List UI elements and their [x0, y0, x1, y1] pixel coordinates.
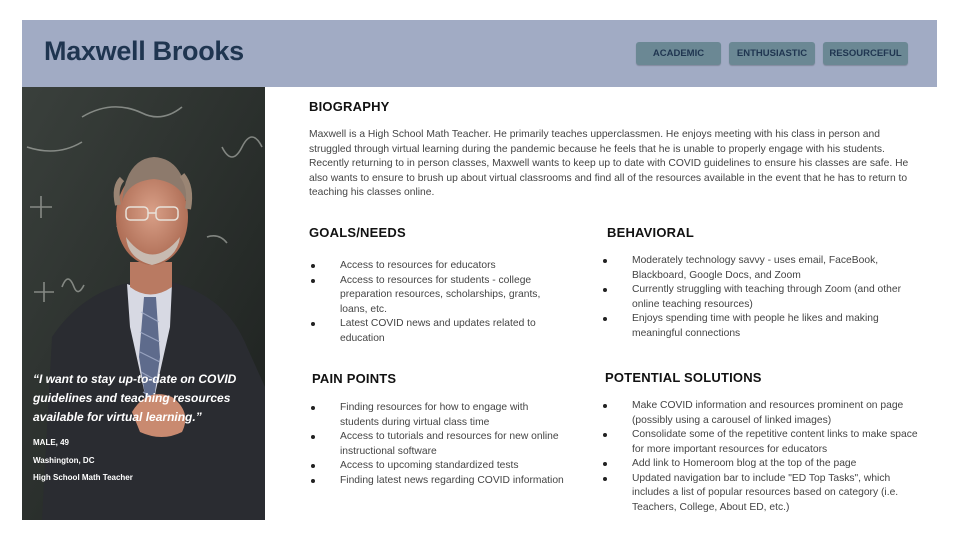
biography-text: Maxwell is a High School Math Teacher. H…	[309, 129, 909, 199]
persona-photo: “I want to stay up-to-date on COVID guid…	[22, 87, 265, 520]
goals-list: Access to resources for educators Access…	[309, 259, 564, 346]
solutions-heading: POTENTIAL SOLUTIONS	[605, 370, 762, 385]
persona-name: Maxwell Brooks	[44, 36, 244, 66]
persona-location: Washington, DC	[33, 456, 95, 465]
persona-gender-age: MALE, 49	[33, 438, 70, 447]
list-item: Latest COVID news and updates related to…	[309, 317, 564, 346]
header-banner: Maxwell Brooks ACADEMIC ENTHUSIASTIC RES…	[22, 20, 937, 87]
behavioral-list: Moderately technology savvy - uses email…	[601, 254, 911, 341]
persona-occupation: High School Math Teacher	[33, 473, 133, 482]
trait-tags: ACADEMIC ENTHUSIASTIC RESOURCEFUL	[636, 42, 908, 65]
trait-tag: RESOURCEFUL	[823, 42, 908, 65]
trait-tag: ACADEMIC	[636, 42, 721, 65]
pain-points-heading: PAIN POINTS	[312, 371, 397, 386]
solutions-list: Make COVID information and resources pro…	[601, 399, 926, 515]
list-item: Finding resources for how to engage with…	[309, 401, 564, 430]
trait-tag: ENTHUSIASTIC	[729, 42, 815, 65]
list-item: Consolidate some of the repetitive conte…	[601, 428, 926, 457]
list-item: Finding latest news regarding COVID info…	[309, 474, 564, 489]
list-item: Access to tutorials and resources for ne…	[309, 430, 564, 459]
list-item: Access to resources for students - colle…	[309, 274, 564, 318]
list-item: Moderately technology savvy - uses email…	[601, 254, 911, 283]
behavioral-heading: BEHAVIORAL	[607, 225, 694, 240]
list-item: Currently struggling with teaching throu…	[601, 283, 911, 312]
list-item: Updated navigation bar to include "ED To…	[601, 472, 926, 516]
list-item: Add link to Homeroom blog at the top of …	[601, 457, 926, 472]
persona-quote: “I want to stay up-to-date on COVID guid…	[33, 372, 237, 424]
goals-heading: GOALS/NEEDS	[309, 225, 406, 240]
list-item: Access to resources for educators	[309, 259, 564, 274]
pain-points-list: Finding resources for how to engage with…	[309, 401, 564, 488]
list-item: Make COVID information and resources pro…	[601, 399, 926, 428]
list-item: Access to upcoming standardized tests	[309, 459, 564, 474]
biography-heading: BIOGRAPHY	[309, 99, 390, 114]
list-item: Enjoys spending time with people he like…	[601, 312, 911, 341]
